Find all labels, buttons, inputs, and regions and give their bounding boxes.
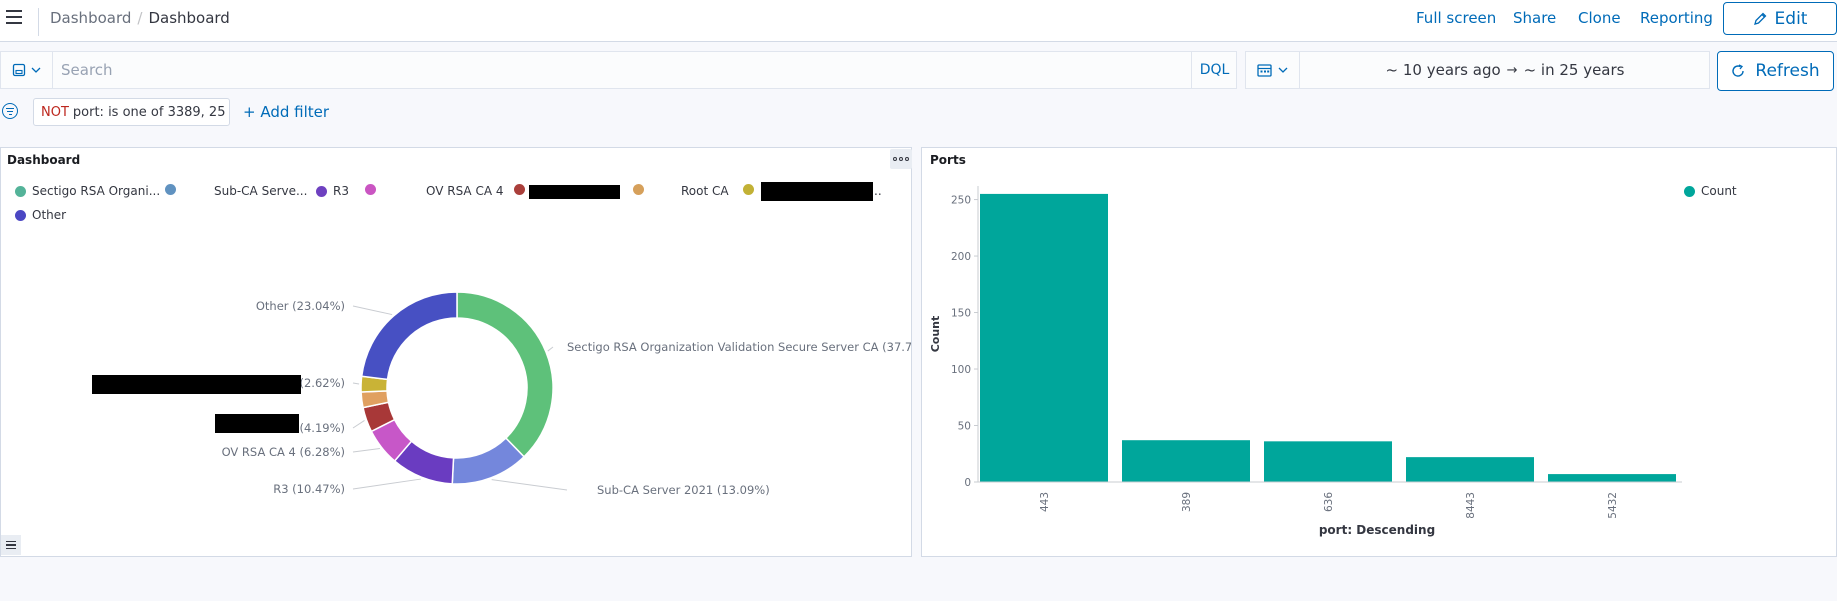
share-link[interactable]: Share xyxy=(1513,9,1556,27)
end-date[interactable]: ~ in 25 years xyxy=(1524,61,1625,79)
x-tick-label: 443 xyxy=(1039,492,1051,512)
y-tick-label: 250 xyxy=(951,195,971,207)
edit-button[interactable]: Edit xyxy=(1723,2,1837,35)
pie-label-line xyxy=(352,305,393,316)
saved-query-button[interactable] xyxy=(1,52,53,88)
start-date[interactable]: ~ 10 years ago xyxy=(1386,61,1501,79)
pie-label: Sectigo RSA Organization Validation Secu… xyxy=(567,340,911,354)
legend-toggle-icon[interactable] xyxy=(1,535,21,555)
divider xyxy=(38,8,39,36)
y-tick-label: 100 xyxy=(951,364,971,376)
y-axis-label: Count xyxy=(929,316,942,353)
pie-label-line xyxy=(352,419,365,429)
clone-link[interactable]: Clone xyxy=(1578,9,1621,27)
calendar-icon xyxy=(1257,64,1272,77)
add-filter-button[interactable]: + Add filter xyxy=(243,103,329,121)
menu-icon[interactable] xyxy=(6,8,24,26)
pie-label: R3 (10.47%) xyxy=(273,482,345,496)
pie-label-line xyxy=(547,346,554,352)
pie-slice[interactable] xyxy=(360,291,458,381)
date-range: ~ 10 years ago → ~ in 25 years xyxy=(1300,52,1710,88)
bar[interactable] xyxy=(980,193,1108,483)
breadcrumb-item-current: Dashboard xyxy=(148,9,230,27)
quick-date-menu-button[interactable] xyxy=(1246,52,1300,88)
pie-label: (2.62%) xyxy=(299,376,345,390)
search-input[interactable] xyxy=(53,52,1191,88)
filter-menu-icon[interactable] xyxy=(2,103,18,119)
pie-slice[interactable] xyxy=(456,291,554,458)
breadcrumb: Dashboard / Dashboard xyxy=(50,9,230,27)
bar-panel: Ports Count 0 50 100 150 200 250 Count 443 389 63… xyxy=(921,147,1837,557)
query-language-button[interactable]: DQL xyxy=(1191,52,1237,88)
filter-pill[interactable]: NOT port: is one of 3389, 25 ✕ xyxy=(33,98,230,126)
top-navigation-bar: Dashboard / Dashboard Full screen Share Cl… xyxy=(0,0,1837,42)
pie-label: Other (23.04%) xyxy=(256,299,345,313)
chevron-down-icon xyxy=(31,67,41,73)
reporting-link[interactable]: Reporting xyxy=(1640,9,1713,27)
refresh-label: Refresh xyxy=(1755,61,1820,81)
y-tick-label: 50 xyxy=(958,421,971,433)
pie-label: (4.19%) xyxy=(299,421,345,435)
x-axis-label: port: Descending xyxy=(1319,523,1435,537)
redacted-label xyxy=(92,375,301,394)
x-tick-label: 636 xyxy=(1323,492,1335,512)
full-screen-link[interactable]: Full screen xyxy=(1416,9,1496,27)
pie-label-line xyxy=(352,382,360,385)
y-tick-label: 0 xyxy=(964,477,971,489)
pie-label-line xyxy=(352,478,421,490)
query-bar: DQL xyxy=(0,51,1237,89)
filter-negation: NOT xyxy=(41,104,69,120)
arrow-right-icon: → xyxy=(1506,62,1518,78)
redacted-label xyxy=(215,414,299,433)
pencil-icon xyxy=(1753,12,1766,25)
save-icon xyxy=(12,63,26,77)
filter-text: port: is one of 3389, 25 xyxy=(72,104,226,120)
pie-label: Sub-CA Server 2021 (13.09%) xyxy=(597,483,770,497)
bar[interactable] xyxy=(1548,474,1676,482)
x-tick-label: 8443 xyxy=(1465,492,1477,519)
breadcrumb-item-root[interactable]: Dashboard xyxy=(50,9,131,27)
chevron-down-icon xyxy=(1278,67,1288,73)
pie-label-line xyxy=(352,448,381,453)
bar[interactable] xyxy=(1122,440,1250,482)
date-picker: ~ 10 years ago → ~ in 25 years xyxy=(1245,51,1710,89)
bar-chart: 0 50 100 150 200 250 Count 443 389 636 8443 5432 por… xyxy=(929,186,1682,537)
x-tick-label: 389 xyxy=(1181,492,1193,512)
y-tick-label: 150 xyxy=(951,308,971,320)
donut-chart: Sectigo RSA Organization Validation Secu… xyxy=(222,291,911,497)
pie-slice[interactable] xyxy=(451,437,526,485)
refresh-icon xyxy=(1732,64,1745,77)
pie-label-line xyxy=(491,479,568,491)
pie-label: OV RSA CA 4 (6.28%) xyxy=(222,445,345,459)
x-tick-label: 5432 xyxy=(1607,492,1619,519)
pie-panel: Dashboard Sectigo RSA Organi... Sub-CA S… xyxy=(0,147,912,557)
bar[interactable] xyxy=(1406,457,1534,482)
edit-button-label: Edit xyxy=(1774,8,1808,29)
refresh-button[interactable]: Refresh xyxy=(1717,51,1834,91)
breadcrumb-separator: / xyxy=(137,9,143,27)
y-tick-label: 200 xyxy=(951,251,971,263)
bar[interactable] xyxy=(1264,441,1392,482)
